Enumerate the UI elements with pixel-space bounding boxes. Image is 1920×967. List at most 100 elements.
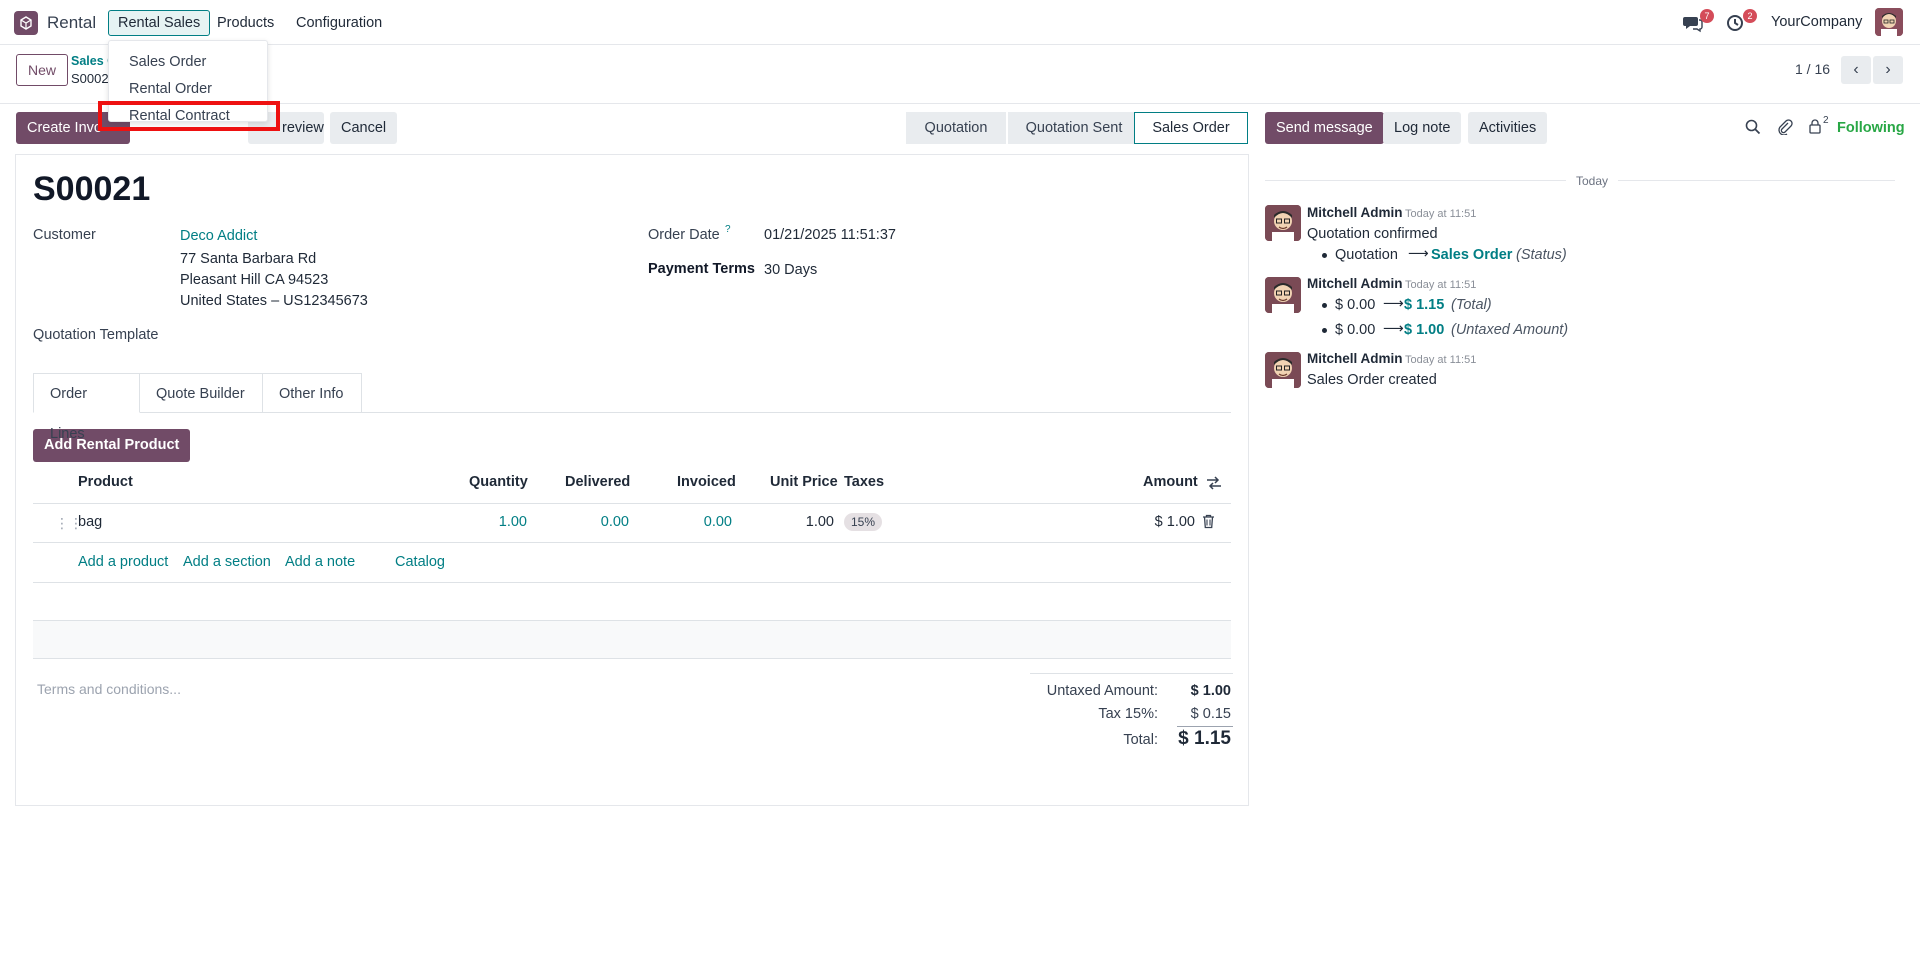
activities-button[interactable]: Activities [1468,112,1548,144]
arrow-right-icon: ⟶ [1408,246,1429,262]
row-divider [33,658,1231,659]
row-amount: $ 1.00 [1154,514,1195,530]
followers-icon[interactable] [1808,118,1822,138]
status-quotation-sent[interactable]: Quotation Sent [1008,112,1140,144]
menu-products[interactable]: Products [207,10,284,36]
status-sales-order[interactable]: Sales Order [1134,112,1248,144]
search-icon[interactable] [1745,119,1761,139]
annotation-highlight-box [98,101,280,131]
tracking-old-value: Quotation [1335,247,1398,263]
list-bullet [1322,328,1327,333]
catalog-link[interactable]: Catalog [395,554,445,570]
avatar[interactable] [1265,277,1301,313]
dropdown-item-rental-order[interactable]: Rental Order [129,81,212,97]
date-separator: Today [1566,174,1619,188]
dropdown-item-sales-order[interactable]: Sales Order [129,54,206,70]
untaxed-amount-label: Untaxed Amount: [1046,683,1158,699]
control-panel: New Sales O S0002 1 / 16 ‹ › [0,46,1920,104]
column-header-amount[interactable]: Amount [1143,474,1198,490]
avatar[interactable] [1265,352,1301,388]
total-label: Total: [1123,732,1158,748]
trash-icon[interactable] [1202,514,1215,533]
pager-previous-button[interactable]: ‹ [1841,56,1871,84]
terms-and-conditions-field[interactable]: Terms and conditions... [37,681,181,697]
tracking-field-name: (Untaxed Amount) [1451,322,1569,338]
row-delivered[interactable]: 0.00 [570,514,629,530]
total-value: $ 1.15 [1178,728,1231,749]
order-date-label: Order Date [648,227,720,243]
tab-other-info[interactable]: Other Info [263,373,362,413]
row-quantity[interactable]: 1.00 [470,514,527,530]
column-header-unit-price[interactable]: Unit Price [770,474,838,490]
cancel-button[interactable]: Cancel [330,112,398,144]
user-avatar[interactable] [1875,8,1903,36]
message-time: Today at 11:51 [1405,208,1477,220]
new-button[interactable]: New [16,54,68,86]
menu-configuration[interactable]: Configuration [286,10,392,36]
row-unit-price[interactable]: 1.00 [780,514,834,530]
send-message-button[interactable]: Send message [1265,112,1384,144]
tracking-field-name: (Status) [1516,247,1567,263]
activities-clock-icon[interactable]: 2 [1725,9,1757,34]
add-section-link[interactable]: Add a section [183,554,271,570]
empty-row [33,583,1231,621]
row-invoiced[interactable]: 0.00 [672,514,732,530]
payment-terms-value[interactable]: 30 Days [764,262,817,278]
empty-row [33,621,1231,659]
row-tax-badge[interactable]: 15% [844,513,883,531]
paperclip-icon[interactable] [1777,119,1793,139]
app-name[interactable]: Rental [47,13,96,33]
order-date-help-icon[interactable]: ? [725,224,731,235]
tab-quote-builder[interactable]: Quote Builder [140,373,263,413]
message-body: Quotation confirmed [1307,226,1438,242]
tax-label: Tax 15%: [1098,706,1158,722]
tracking-new-value: $ 1.15 [1404,297,1445,313]
customer-address-line1: 77 Santa Barbara Rd [180,251,317,267]
tracking-new-value: $ 1.00 [1404,322,1445,338]
tracking-old-value: $ 0.00 [1335,297,1376,313]
add-product-link[interactable]: Add a product [78,554,168,570]
messages-badge: 7 [1700,9,1714,23]
chevron-left-icon: ‹ [1853,61,1859,78]
order-date-value[interactable]: 01/21/2025 11:51:37 [764,227,896,243]
message-author[interactable]: Mitchell Admin [1307,205,1403,220]
top-navbar: Rental Rental Sales Products Configurati… [0,0,1920,45]
tracking-old-value: $ 0.00 [1335,322,1376,338]
untaxed-amount-value: $ 1.00 [1190,683,1231,699]
tab-order-lines[interactable]: Order Lines [33,373,140,442]
optional-columns-toggle-icon[interactable] [1206,475,1222,495]
pager-next-button[interactable]: › [1873,56,1903,84]
column-header-product[interactable]: Product [78,474,133,490]
totals-divider [1030,673,1233,674]
row-divider [33,542,1231,543]
tax-value: $ 0.15 [1190,706,1231,722]
log-note-button[interactable]: Log note [1383,112,1462,144]
arrow-right-icon: ⟶ [1383,321,1404,337]
activities-badge: 2 [1743,9,1757,23]
customer-label: Customer [33,227,96,243]
column-header-invoiced[interactable]: Invoiced [677,474,736,490]
add-note-link[interactable]: Add a note [285,554,355,570]
customer-address-line3: United States – US12345673 [180,293,368,309]
list-bullet [1322,303,1327,308]
tracking-new-value: Sales Order [1431,247,1513,263]
column-header-delivered[interactable]: Delivered [565,474,630,490]
customer-link[interactable]: Deco Addict [180,228,257,244]
avatar[interactable] [1265,205,1301,241]
column-header-taxes[interactable]: Taxes [844,474,884,490]
menu-rental-sales[interactable]: Rental Sales [108,10,211,36]
tracking-field-name: (Total) [1451,297,1492,313]
row-product[interactable]: bag [78,514,102,530]
message-author[interactable]: Mitchell Admin [1307,351,1403,366]
message-time: Today at 11:51 [1405,279,1477,291]
message-time: Today at 11:51 [1405,354,1477,366]
messages-icon[interactable]: 7 [1682,9,1714,34]
following-toggle[interactable]: Following [1837,120,1905,136]
rental-app-icon[interactable] [14,11,38,35]
column-header-quantity[interactable]: Quantity [469,474,528,490]
message-author[interactable]: Mitchell Admin [1307,276,1403,291]
payment-terms-label: Payment Terms [648,261,755,277]
company-switcher[interactable]: YourCompany [1771,14,1862,30]
pager-value[interactable]: 1 / 16 [1795,61,1830,77]
status-quotation[interactable]: Quotation [906,112,1006,144]
